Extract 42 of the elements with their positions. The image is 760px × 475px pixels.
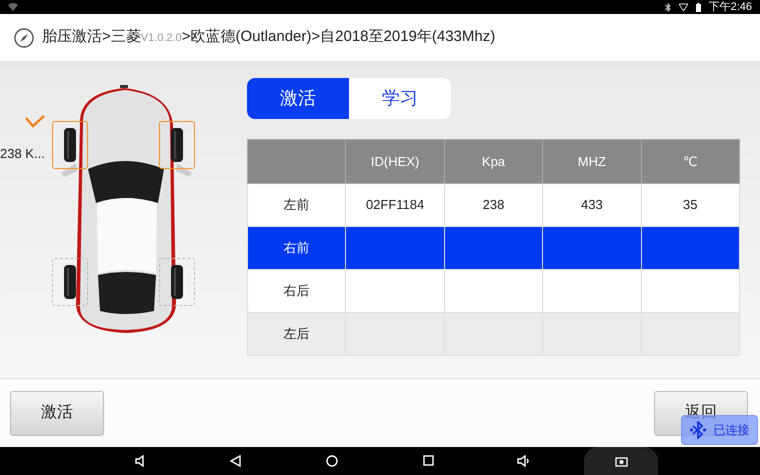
- table-row[interactable]: 左前 02FF1184 238 433 35: [248, 184, 740, 226]
- pressure-reading: 238 K...: [0, 145, 45, 163]
- table-row[interactable]: 右后: [248, 270, 740, 312]
- tire-sensor-frame[interactable]: [52, 258, 88, 306]
- table-cell: 433: [581, 197, 603, 212]
- table-cell: 右前: [284, 240, 310, 256]
- tab[interactable]: 激活: [247, 78, 349, 119]
- table-cell: 35: [683, 197, 698, 212]
- tire-icon: [64, 265, 76, 299]
- tire-icon: [171, 265, 183, 299]
- table-cell: 238: [482, 197, 504, 212]
- table-cell: 右后: [284, 283, 310, 298]
- tire-sensor-frame[interactable]: [159, 121, 195, 169]
- table-cell: 02FF1184: [366, 197, 424, 212]
- table-cell: 左前: [284, 197, 310, 212]
- recents-icon[interactable]: [423, 455, 434, 466]
- battery-icon: [696, 2, 701, 12]
- tire-sensor-frame[interactable]: [159, 258, 195, 306]
- screenshot-button[interactable]: [584, 447, 658, 475]
- column-header: ID(HEX): [370, 154, 420, 169]
- tire-icon: [64, 128, 76, 162]
- table-cell: 左后: [284, 326, 310, 342]
- wifi-icon: [8, 3, 18, 11]
- signal-icon: [678, 3, 688, 11]
- action-button[interactable]: 激活: [10, 390, 104, 436]
- screenshot-icon: [614, 456, 628, 466]
- column-header: MHZ: [578, 154, 606, 169]
- volume-down-icon[interactable]: [135, 455, 145, 467]
- home-icon[interactable]: [326, 455, 338, 467]
- compass-icon: [14, 28, 34, 48]
- column-header: ℃: [682, 154, 698, 169]
- bluetooth-icon: [690, 421, 706, 439]
- tire-icon: [171, 128, 183, 162]
- column-header: Kpa: [482, 154, 506, 169]
- back-icon[interactable]: [230, 455, 241, 467]
- tire-sensor-frame[interactable]: [52, 121, 88, 169]
- volume-up-icon[interactable]: [517, 455, 530, 467]
- clock: 下午2:46: [708, 0, 752, 15]
- breadcrumb-title: 胎压激活>三菱V1.0.2.0>欧蓝德(Outlander)>自2018至2019年(433Mhz): [42, 27, 496, 48]
- bluetooth-icon: [664, 2, 671, 12]
- table-row[interactable]: 右前: [248, 226, 740, 270]
- table-row[interactable]: 左后: [248, 312, 740, 356]
